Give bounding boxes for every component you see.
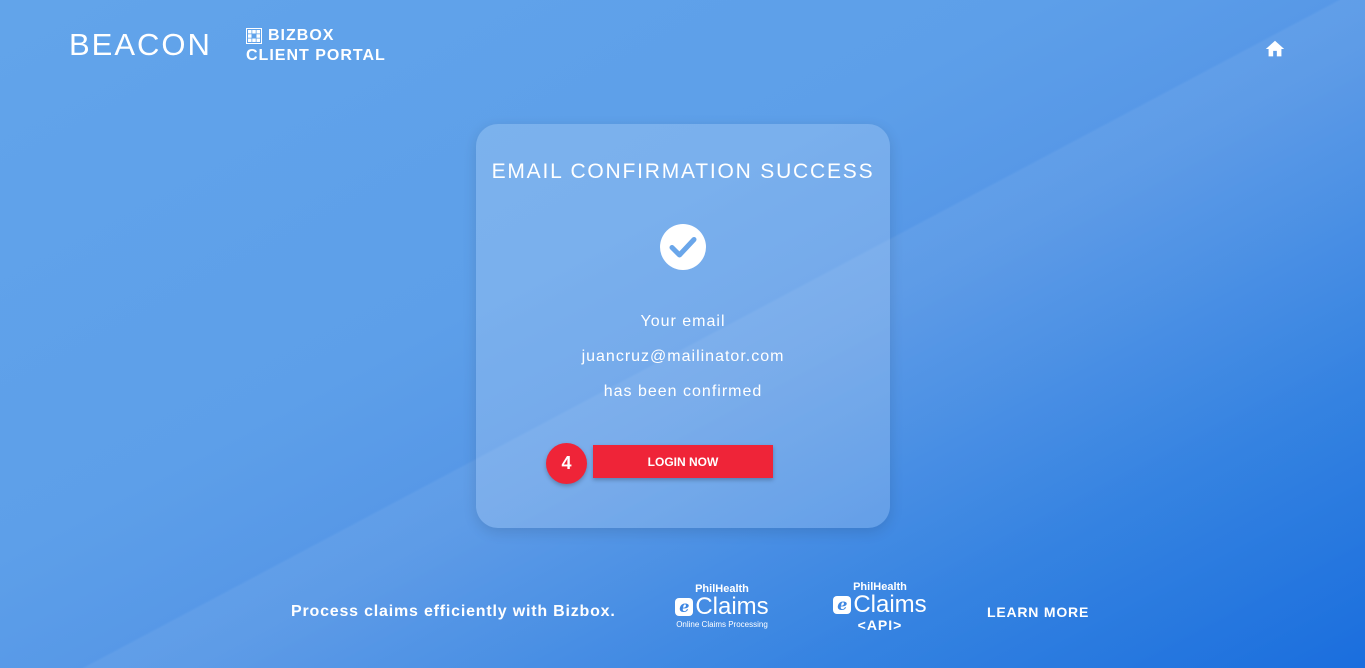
eclaims-logo[interactable]: PhilHealth e Claims Online Claims Proces… [668,583,776,629]
eclaims-api-name: Claims [853,591,927,618]
brand-logo: BEACON [69,27,212,62]
eclaims-api-subtitle: <API> [857,617,903,633]
learn-more-link[interactable]: LEARN MORE [987,604,1089,620]
home-icon[interactable] [1264,38,1286,60]
bizbox-grid-icon [246,28,262,44]
step-badge: 4 [546,443,587,484]
message-line-3: has been confirmed [603,383,763,400]
eclaims-api-e-icon: e [833,596,852,614]
eclaims-subtitle: Online Claims Processing [676,620,768,629]
product-name: BIZBOX [268,27,335,44]
login-now-button[interactable]: LOGIN NOW [593,445,773,478]
eclaims-e-icon: e [675,598,694,616]
eclaims-name: Claims [695,593,769,620]
card-title: EMAIL CONFIRMATION SUCCESS [491,160,875,183]
product-subtitle: CLIENT PORTAL [246,47,386,64]
message-line-1: Your email [640,313,726,330]
check-circle-icon [660,224,706,270]
product-logo: BIZBOX CLIENT PORTAL [246,26,386,66]
confirmed-email: juancruz@mailinator.com [581,348,785,365]
eclaims-api-logo[interactable]: PhilHealth e Claims <API> [826,581,934,633]
footer-tagline: Process claims efficiently with Bizbox. [291,603,616,620]
